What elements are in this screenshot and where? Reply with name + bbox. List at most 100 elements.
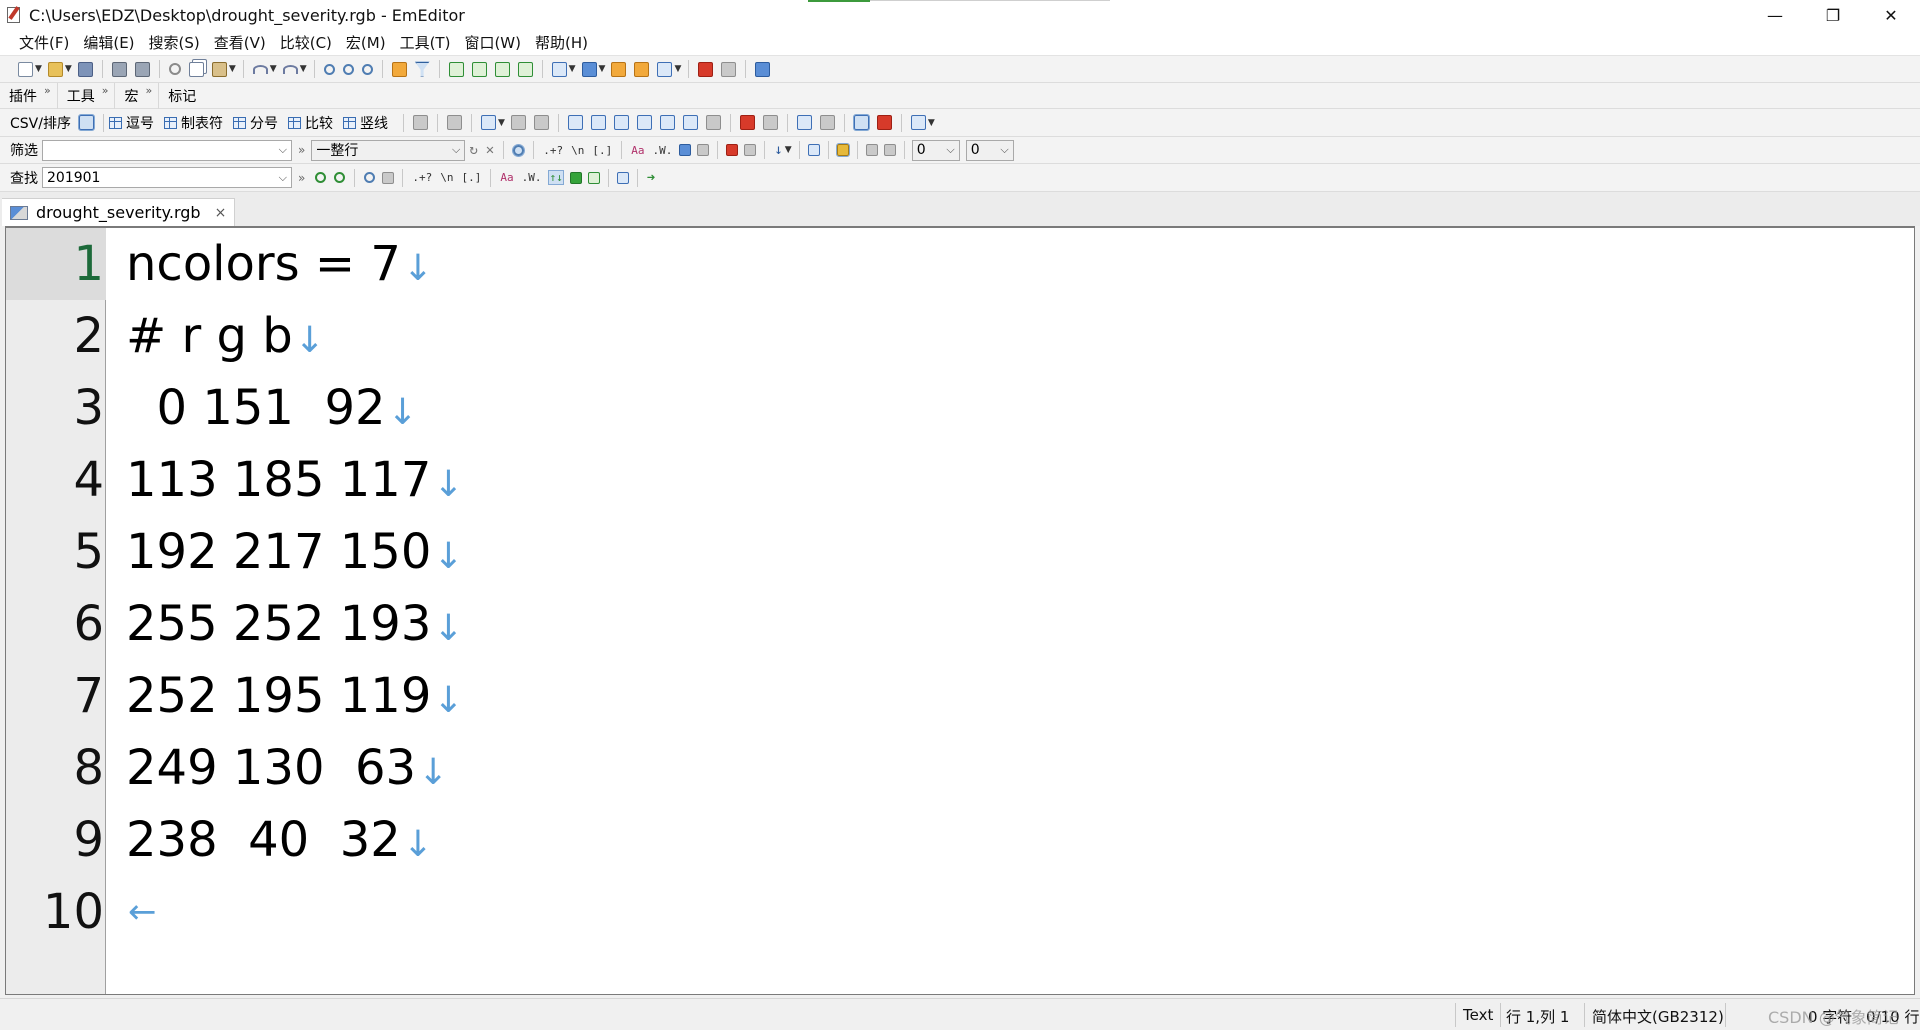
- csv-compare-button[interactable]: 比较: [287, 113, 333, 133]
- copy-icon[interactable]: [188, 61, 204, 77]
- find-previous-icon[interactable]: [334, 172, 346, 183]
- csv-tools-icon[interactable]: [446, 115, 462, 130]
- csv-tab-button[interactable]: 制表符: [163, 113, 223, 133]
- sort-asc-icon[interactable]: [567, 115, 583, 130]
- wrap-around-icon[interactable]: [569, 171, 582, 184]
- bookmark-icon[interactable]: [726, 144, 739, 156]
- customize-icon[interactable]: [755, 61, 771, 77]
- find-in-selection-icon[interactable]: [382, 171, 395, 184]
- clear-filter-icon[interactable]: ✕: [486, 142, 494, 158]
- csv-semicolon-button[interactable]: 分号: [232, 113, 278, 133]
- filter-options-icon[interactable]: [883, 144, 896, 156]
- sort-numeric-desc-icon[interactable]: [636, 115, 652, 130]
- undo-dropdown-icon[interactable]: ▼: [270, 64, 277, 74]
- ruler-icon[interactable]: [910, 115, 926, 130]
- sort-options-icon[interactable]: [705, 115, 721, 130]
- sync-scroll-icon[interactable]: [494, 61, 510, 77]
- menu-edit[interactable]: 编辑(E): [76, 32, 141, 53]
- close-tab-icon[interactable]: ×: [215, 205, 227, 221]
- delete-column-icon[interactable]: [533, 115, 549, 130]
- number-lines-icon[interactable]: [876, 115, 892, 130]
- line-text[interactable]: ncolors = 7↓: [126, 228, 433, 300]
- projects-dropdown-icon[interactable]: ▼: [569, 64, 576, 74]
- print-preview-icon[interactable]: [134, 61, 150, 77]
- menu-file[interactable]: 文件(F): [12, 32, 76, 53]
- chevron-right-icon[interactable]: »: [298, 143, 305, 157]
- macros-panel-icon[interactable]: [634, 61, 650, 77]
- menu-help[interactable]: 帮助(H): [528, 32, 595, 53]
- document-tab[interactable]: drought_severity.rgb ×: [2, 198, 236, 226]
- sort-numeric-asc-icon[interactable]: [613, 115, 629, 130]
- line-text[interactable]: # r g b↓: [126, 300, 325, 372]
- new-file-dropdown-icon[interactable]: ▼: [35, 64, 42, 74]
- clear-format-icon[interactable]: [697, 144, 710, 156]
- chevron-down-icon[interactable]: ⌵: [452, 143, 460, 157]
- filter-icon[interactable]: [414, 61, 430, 77]
- filter-input[interactable]: ⌵: [42, 139, 292, 161]
- line-text[interactable]: 252 195 119↓: [126, 660, 464, 732]
- menu-compare[interactable]: 比较(C): [273, 32, 339, 53]
- paste-dropdown-icon[interactable]: ▼: [229, 64, 236, 74]
- escape-sequence-icon[interactable]: \n: [440, 171, 453, 184]
- menu-view[interactable]: 查看(V): [207, 32, 273, 53]
- columns-dropdown-icon[interactable]: ▼: [498, 118, 505, 128]
- advanced-filter-icon[interactable]: [807, 144, 820, 156]
- line-text[interactable]: 249 130 63↓: [126, 732, 448, 804]
- regex-icon[interactable]: .+?: [412, 171, 432, 184]
- explorer-dropdown-icon[interactable]: ▼: [599, 64, 606, 74]
- insert-column-icon[interactable]: [510, 115, 526, 130]
- arrow-down-icon[interactable]: ↓: [774, 142, 782, 158]
- menu-tools[interactable]: 工具(T): [393, 32, 458, 53]
- bracket-icon[interactable]: [.]: [592, 144, 612, 157]
- explorer-icon[interactable]: [581, 61, 597, 77]
- menu-window[interactable]: 窗口(W): [457, 32, 528, 53]
- chevron-right-icon[interactable]: »: [298, 171, 305, 185]
- toolbar-tab-plugins[interactable]: 插件 »: [0, 82, 58, 109]
- find-options-icon[interactable]: [616, 171, 629, 184]
- join-csv-icon[interactable]: [762, 115, 778, 130]
- line-text[interactable]: 113 185 117↓: [126, 444, 464, 516]
- find-next-icon[interactable]: [315, 172, 327, 183]
- projects-icon[interactable]: [551, 61, 567, 77]
- context-before-spinner[interactable]: 0 ⌵: [911, 139, 960, 161]
- print-icon[interactable]: [111, 61, 127, 77]
- line-text[interactable]: 255 252 193↓: [126, 588, 464, 660]
- refresh-icon[interactable]: ↻: [469, 142, 477, 158]
- menu-macros[interactable]: 宏(M): [339, 32, 393, 53]
- outline-icon[interactable]: [517, 61, 533, 77]
- text-editor[interactable]: 1 ncolors = 7↓ 2 # r g b↓ 3 0 151 92↓ 4 …: [5, 226, 1915, 995]
- new-file-icon[interactable]: [18, 61, 33, 77]
- redo-icon[interactable]: [282, 64, 298, 74]
- line-text[interactable]: 192 217 150↓: [126, 516, 464, 588]
- line-text[interactable]: 0 151 92↓: [126, 372, 418, 444]
- chevron-down-icon[interactable]: ⌵: [279, 171, 287, 185]
- minimize-button[interactable]: —: [1746, 0, 1804, 30]
- redo-dropdown-icon[interactable]: ▼: [300, 64, 307, 74]
- csv-pipe-button[interactable]: 竖线: [342, 113, 388, 133]
- paste-icon[interactable]: [211, 61, 227, 77]
- find-in-files-icon[interactable]: [391, 61, 407, 77]
- find-input[interactable]: 201901 ⌵: [42, 167, 292, 188]
- close-button[interactable]: ✕: [1862, 0, 1920, 30]
- sort-length-asc-icon[interactable]: [659, 115, 675, 130]
- save-icon[interactable]: [77, 61, 93, 77]
- sort-length-desc-icon[interactable]: [682, 115, 698, 130]
- match-case-icon[interactable]: Aa: [500, 171, 513, 184]
- ruler-dropdown-icon[interactable]: ▼: [928, 118, 935, 128]
- open-folder-icon[interactable]: [47, 61, 63, 77]
- status-mode[interactable]: Text: [1463, 1006, 1493, 1024]
- undo-icon[interactable]: [252, 64, 268, 74]
- regex-icon[interactable]: .+?: [543, 144, 563, 157]
- markers-dropdown-icon[interactable]: ▼: [674, 64, 681, 74]
- filter-find-icon[interactable]: [512, 143, 526, 157]
- restore-button[interactable]: ❐: [1804, 0, 1862, 30]
- filter-history-icon[interactable]: [865, 144, 878, 156]
- snippets-icon[interactable]: [611, 61, 627, 77]
- toolbar-tab-tools[interactable]: 工具 »: [58, 82, 116, 109]
- find-list-icon[interactable]: [587, 171, 600, 184]
- merge-column-icon[interactable]: [819, 115, 835, 130]
- toolbar-tab-macros[interactable]: 宏»: [115, 82, 160, 109]
- columns-icon[interactable]: [480, 115, 496, 130]
- markers-icon[interactable]: [657, 61, 673, 77]
- split-view-icon[interactable]: [471, 61, 487, 77]
